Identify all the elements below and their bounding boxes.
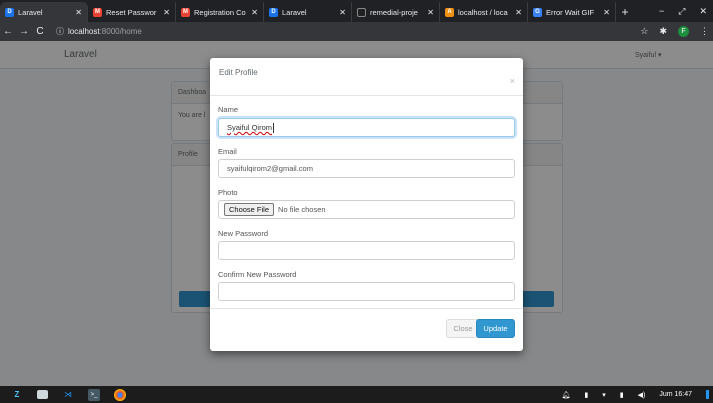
browser-tab[interactable]: M Registration Co ✕ [176,2,264,22]
info-icon[interactable]: ⓘ [56,26,64,37]
tab-close-icon[interactable]: ✕ [427,8,434,17]
tab-title: Registration Co [194,7,246,17]
update-button[interactable]: Update [476,319,515,338]
tab-close-icon[interactable]: ✕ [603,8,610,17]
chrome-icon[interactable] [114,388,126,401]
system-tray: 🔔︎ ▮ ▾ ▮ ◀) Jum 16:47 [561,386,709,403]
minimize-icon[interactable]: − [659,6,664,16]
name-value: Syaiful Qirom [227,123,273,132]
battery-icon[interactable]: ▮ [620,391,624,399]
text-caret [273,122,275,133]
new-password-label: New Password [218,229,269,238]
tab-title: Laravel [18,7,43,17]
browser-tab[interactable]: G Error Wait GIF ✕ [528,2,616,22]
new-password-field[interactable] [218,241,515,260]
laravel-favicon-icon: D [269,7,278,17]
terminal-icon[interactable]: >_ [88,388,100,401]
browser-tab[interactable]: D Laravel ✕ [0,2,88,22]
email-value: syaifulqirom2@gmail.com [227,164,313,173]
choose-file-button[interactable]: Choose File [224,203,275,216]
tab-close-icon[interactable]: ✕ [515,8,522,17]
email-field[interactable]: syaifulqirom2@gmail.com [218,159,515,178]
url-host: localhost [68,27,100,36]
tab-title: localhost / loca [458,7,508,17]
github-favicon-icon [357,7,366,17]
forward-arrow-icon[interactable]: → [16,26,32,37]
show-desktop-button[interactable] [706,390,709,399]
browser-tab-bar: D Laravel ✕ M Reset Passwor ✕ M Registra… [0,0,713,22]
photo-label: Photo [218,188,238,197]
wifi-icon[interactable]: ▾ [602,391,606,399]
browser-tab[interactable]: remedial-proje ✕ [352,2,440,22]
email-label: Email [218,147,237,156]
modal-header: Edit Profile × [210,58,523,96]
close-button[interactable]: Close [446,319,480,338]
tab-title: Error Wait GIF [546,7,595,17]
url-path: :8000/home [99,27,142,36]
photo-file-input[interactable]: Choose File No file chosen [218,200,515,219]
new-tab-button[interactable]: + [616,2,634,22]
no-file-text: No file chosen [278,205,326,214]
reload-icon[interactable]: C [32,26,48,37]
resize-icon[interactable]: ⤢ [678,6,685,17]
gmail-favicon-icon: M [93,7,102,17]
menu-kebab-icon[interactable]: ⋮ [700,26,709,37]
address-bar[interactable]: ⓘ localhost:8000/home [56,26,142,37]
tab-close-icon[interactable]: ✕ [163,8,170,17]
extensions-icon[interactable]: ✱ [659,26,667,37]
bookmark-star-icon[interactable]: ☆ [640,26,648,37]
close-window-icon[interactable]: ✕ [699,6,707,17]
notification-bell-icon[interactable]: 🔔︎ [561,391,570,399]
confirm-password-label: Confirm New Password [218,270,297,279]
name-field[interactable]: Syaiful Qirom [218,118,515,137]
volume-icon[interactable]: ◀) [638,391,646,399]
tab-title: Reset Passwor [106,7,157,17]
tab-close-icon[interactable]: ✕ [75,8,82,17]
profile-avatar[interactable]: F [678,26,689,37]
laravel-favicon-icon: D [5,7,14,17]
confirm-password-field[interactable] [218,282,515,301]
zorin-menu-icon[interactable]: Z [11,389,23,401]
os-taskbar: Z ⋊ >_ 🔔︎ ▮ ▾ ▮ ◀) Jum 16:47 [0,386,713,403]
close-icon[interactable]: × [510,76,515,86]
edit-profile-modal: Edit Profile × Name Syaiful Qirom Email … [210,58,523,351]
files-icon[interactable] [37,390,48,399]
back-arrow-icon[interactable]: ← [0,26,16,37]
window-controls: − ⤢ ✕ [659,0,713,22]
tab-title: remedial-proje [370,7,418,17]
vscode-icon[interactable]: ⋊ [62,389,74,401]
tab-title: Laravel [282,7,307,17]
name-label: Name [218,105,239,114]
tab-close-icon[interactable]: ✕ [251,8,258,17]
phpmyadmin-favicon-icon: A [445,7,454,17]
tab-close-icon[interactable]: ✕ [339,8,346,17]
modal-title: Edit Profile [219,68,258,77]
gmail-favicon-icon: M [181,7,190,17]
browser-tab[interactable]: D Laravel ✕ [264,2,352,22]
giphy-favicon-icon: G [533,7,542,17]
browser-toolbar: ← → C ⓘ localhost:8000/home ☆ ✱ F ⋮ [0,22,713,41]
modal-footer: Close Update [210,308,523,351]
browser-tab[interactable]: A localhost / loca ✕ [440,2,528,22]
clock[interactable]: Jum 16:47 [659,391,692,398]
browser-tab[interactable]: M Reset Passwor ✕ [88,2,176,22]
battery-indicator-icon[interactable]: ▮ [584,391,588,399]
